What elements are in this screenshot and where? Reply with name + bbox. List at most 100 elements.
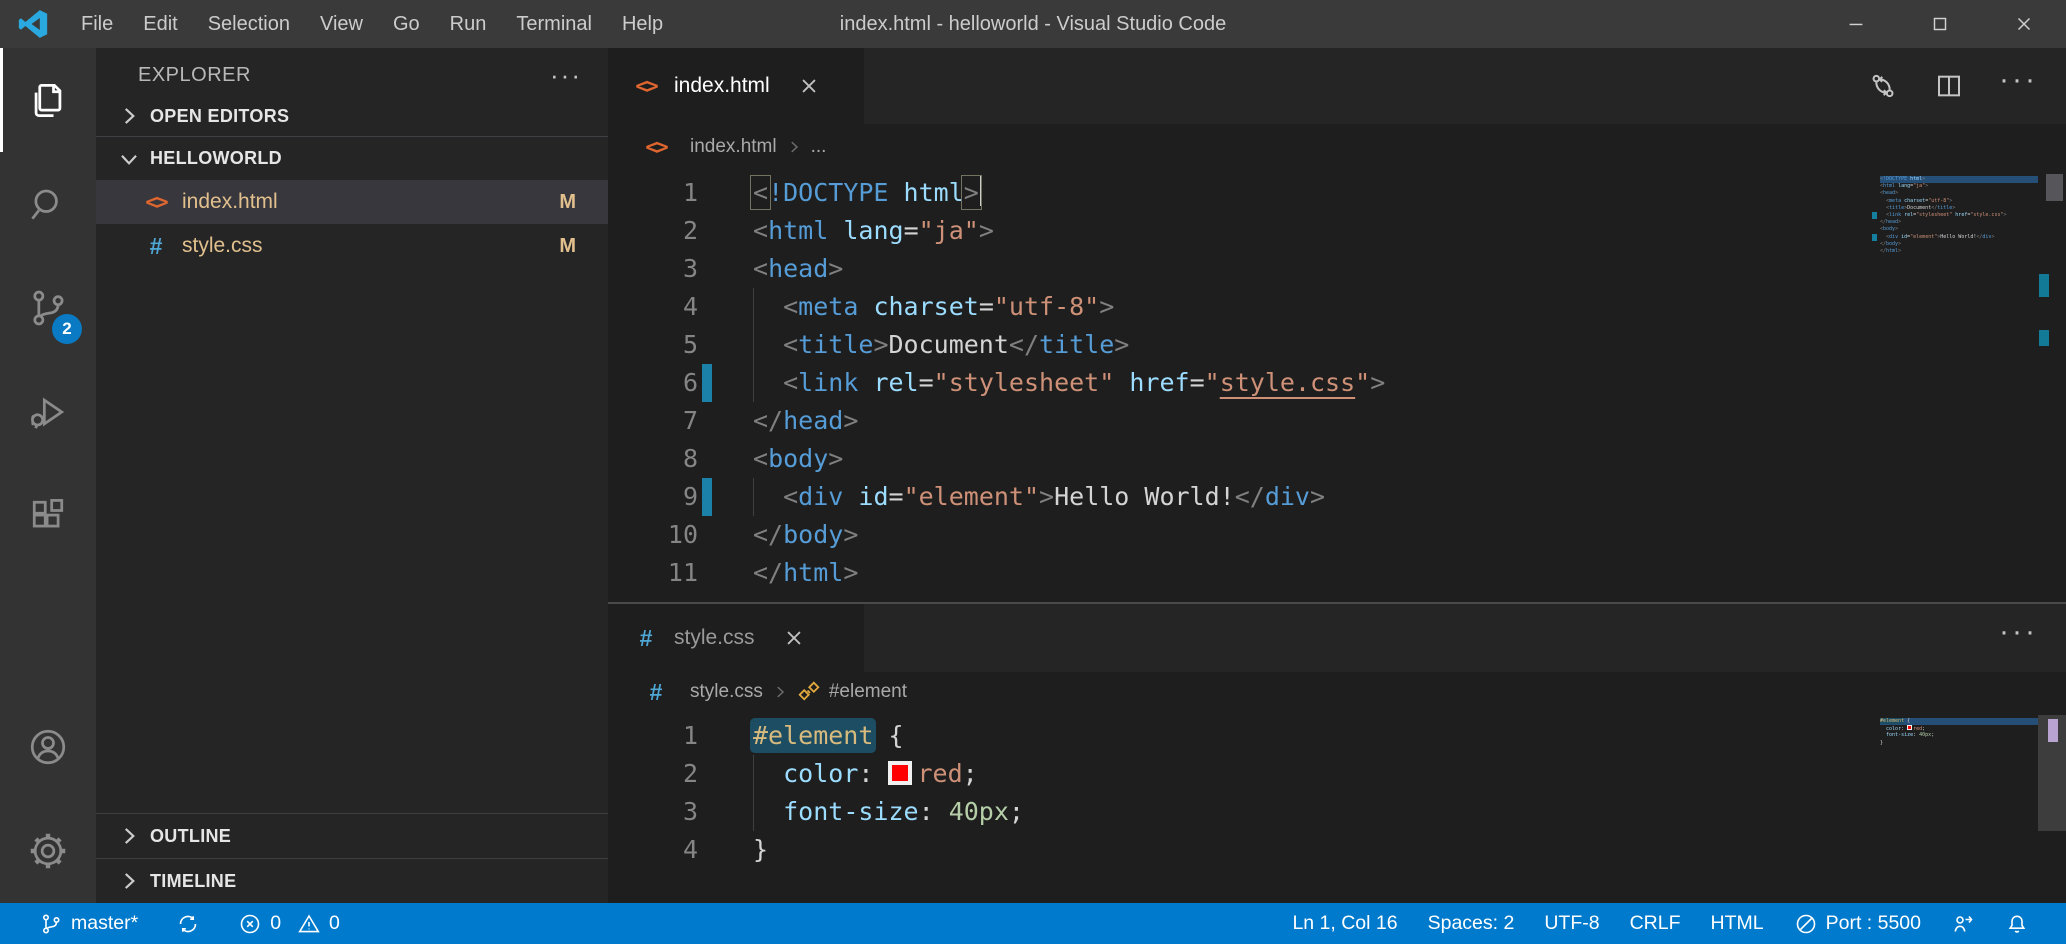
outline-section[interactable]: OUTLINE — [96, 813, 608, 858]
minimap-line: <head> — [1880, 190, 2038, 197]
breadcrumb-label: ... — [811, 136, 827, 158]
code-line[interactable]: 7</head> — [608, 402, 2066, 440]
code-editor-index-html[interactable]: 1<!DOCTYPE html>2<html lang="ja">3<head>… — [608, 170, 2066, 602]
file-row-style-css[interactable]: # style.css M — [96, 224, 608, 268]
code-token: ; — [1922, 726, 1925, 732]
menu-help[interactable]: Help — [607, 0, 678, 48]
sync-item[interactable] — [161, 912, 215, 936]
code-token: html — [1883, 183, 1895, 189]
breadcrumb-item-file[interactable]: <> index.html — [640, 135, 777, 159]
code-token — [753, 759, 783, 788]
timeline-section[interactable]: TIMELINE — [96, 858, 608, 903]
menu-view[interactable]: View — [305, 0, 378, 48]
indentation: Spaces: 2 — [1428, 912, 1515, 935]
cursor-position-item[interactable]: Ln 1, Col 16 — [1277, 912, 1412, 935]
menu-go[interactable]: Go — [378, 0, 435, 48]
indentation-item[interactable]: Spaces: 2 — [1413, 912, 1530, 935]
explorer-more-actions-icon[interactable]: ··· — [550, 60, 582, 91]
activity-extensions-button[interactable] — [0, 464, 96, 568]
minimap-line: <meta charset="utf-8"> — [1880, 198, 2038, 205]
live-server-port-item[interactable]: Port : 5500 — [1779, 912, 1936, 936]
more-actions-icon[interactable]: ··· — [1999, 632, 2038, 644]
code-editor-style-css[interactable]: 1#element {2 color: red;3 font-size: 40p… — [608, 712, 2066, 903]
code-line[interactable]: 3<head> — [608, 250, 2066, 288]
code-text: </html> — [712, 554, 858, 592]
overview-ruler[interactable] — [2038, 170, 2066, 602]
activity-settings-button[interactable] — [0, 799, 96, 903]
tab-close-icon[interactable] — [796, 73, 822, 99]
gutter-modified-marker — [702, 755, 712, 793]
maximize-button[interactable] — [1898, 0, 1982, 48]
extensions-icon — [26, 494, 70, 538]
code-line[interactable]: 9 <div id="element">Hello World!</div> — [608, 478, 2066, 516]
code-token: body — [1886, 241, 1898, 247]
breadcrumb-item-ellipsis[interactable]: ... — [811, 136, 827, 158]
tab-style-css[interactable]: # style.css — [608, 604, 864, 672]
html-file-icon: <> — [630, 74, 662, 98]
code-line[interactable]: 4 <meta charset="utf-8"> — [608, 288, 2066, 326]
code-line[interactable]: 11</html> — [608, 554, 2066, 592]
git-modified-badge: M — [559, 235, 588, 258]
encoding-item[interactable]: UTF-8 — [1529, 912, 1614, 935]
code-lines: 1<!DOCTYPE html>2<html lang="ja">3<head>… — [608, 174, 2066, 592]
code-token: { — [1904, 718, 1910, 724]
menu-edit[interactable]: Edit — [128, 0, 192, 48]
tab-index-html[interactable]: <> index.html — [608, 48, 864, 124]
activity-source-control-button[interactable]: 2 — [0, 256, 96, 360]
menu-file[interactable]: File — [66, 0, 128, 48]
css-file-icon: # — [630, 625, 662, 652]
code-text: </body> — [712, 516, 858, 554]
activity-run-debug-button[interactable] — [0, 360, 96, 464]
file-row-index-html[interactable]: <> index.html M — [96, 180, 608, 224]
code-token: href — [1129, 368, 1189, 397]
code-line[interactable]: 1<!DOCTYPE html> — [608, 174, 2066, 212]
minimap[interactable]: #element { color: red; font-size: 40px;} — [1880, 718, 2038, 747]
minimap[interactable]: <!DOCTYPE html><html lang="ja"><head> <m… — [1880, 176, 2038, 255]
more-actions-icon[interactable]: ··· — [1999, 80, 2038, 92]
code-line[interactable]: 2<html lang="ja"> — [608, 212, 2066, 250]
feedback-item[interactable] — [1936, 912, 1990, 936]
activity-explorer-button[interactable] — [0, 48, 96, 152]
gutter-modified-marker — [702, 288, 712, 326]
menu-selection[interactable]: Selection — [193, 0, 305, 48]
breadcrumb-item-file[interactable]: # style.css — [640, 679, 763, 706]
code-token: : — [858, 759, 888, 788]
code-text: <!DOCTYPE html> — [712, 174, 982, 212]
language-mode-item[interactable]: HTML — [1696, 912, 1779, 935]
editor-group-bottom: # style.css ··· # style.css — [608, 604, 2066, 903]
tab-bar-top: <> index.html — [608, 48, 2066, 124]
notifications-item[interactable] — [1990, 912, 2044, 936]
code-line[interactable]: 3 font-size: 40px; — [608, 793, 2066, 831]
code-line[interactable]: 4} — [608, 831, 2066, 869]
menu-run[interactable]: Run — [435, 0, 502, 48]
open-changes-icon[interactable] — [1867, 70, 1899, 102]
code-token: red — [917, 759, 962, 788]
code-line[interactable]: 1#element { — [608, 717, 2066, 755]
code-line[interactable]: 2 color: red; — [608, 755, 2066, 793]
close-button[interactable] — [1982, 0, 2066, 48]
code-token — [858, 292, 873, 321]
problems-item[interactable]: 0 0 — [223, 912, 355, 936]
code-line[interactable]: 10</body> — [608, 516, 2066, 554]
sync-icon — [176, 912, 200, 936]
code-line[interactable]: 8<body> — [608, 440, 2066, 478]
folder-section-helloworld[interactable]: HELLOWORLD — [96, 136, 608, 180]
open-editors-section[interactable]: OPEN EDITORS — [96, 96, 608, 136]
code-line[interactable]: 5 <title>Document</title> — [608, 326, 2066, 364]
activity-accounts-button[interactable] — [0, 695, 96, 799]
split-editor-icon[interactable] — [1933, 70, 1965, 102]
menu-terminal[interactable]: Terminal — [501, 0, 607, 48]
scrollbar-thumb[interactable] — [2046, 174, 2063, 201]
git-branch-item[interactable]: master* — [24, 912, 153, 936]
eol-item[interactable]: CRLF — [1615, 912, 1696, 935]
line-number: 6 — [608, 364, 698, 402]
gear-icon — [26, 829, 70, 873]
tab-close-icon[interactable] — [781, 625, 807, 651]
code-token: ; — [1931, 732, 1934, 738]
overview-ruler[interactable] — [2038, 712, 2066, 903]
activity-search-button[interactable] — [0, 152, 96, 256]
errors-count: 0 — [270, 912, 281, 935]
code-line[interactable]: 6 <link rel="stylesheet" href="style.css… — [608, 364, 2066, 402]
minimize-button[interactable] — [1814, 0, 1898, 48]
breadcrumb-item-symbol[interactable]: #element — [797, 680, 907, 704]
